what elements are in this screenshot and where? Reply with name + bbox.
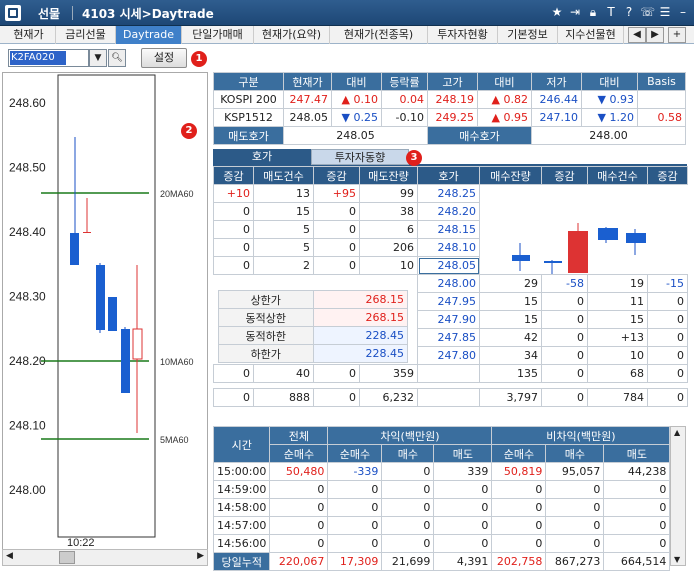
col-rate: 등락률 [381,72,428,91]
sell-row[interactable]: +10 13 +95 99 248.25 [213,184,688,275]
buy-quote-label: 매수호가 [427,126,532,145]
tab-investor-trend[interactable]: 투자자동향 [311,149,409,165]
quote-row-ksp1512[interactable]: KSP1512 248.05 ▼ 0.25 -0.10 249.25 ▲ 0.9… [213,108,686,127]
time-label: 10:22 [67,537,95,549]
product-label: 선물 [38,7,61,21]
scroll-thumb[interactable] [59,551,75,564]
star-icon[interactable]: ★ [550,4,564,20]
tab-investor[interactable]: 투자자현황 [428,26,498,44]
orderbook-tabs: 호가 투자자동향 3 [213,149,687,166]
title-bar: 선물 4103 시세>Daytrade ★ ⇥ 🔒︎ T ? ☏ ☰ – [0,0,694,26]
ma20-label: 20MA60 [160,189,194,199]
chevron-down-icon[interactable]: ▼ [89,49,107,67]
setup-button[interactable]: 설정 [141,48,187,68]
menu-icon[interactable]: ☰ [658,4,672,20]
scroll-up-icon[interactable]: ▲ [674,428,680,437]
mini-candles [512,223,646,275]
tab-bar: 현재가 금리선물 Daytrade 단일가매매 현재가(요약) 현재가(전종목)… [0,26,694,44]
up-arrow-icon: ▲ [491,111,500,124]
summary-row-1: 0 40 0 359 135 0 68 0 [213,364,688,383]
vertical-scrollbar[interactable]: ▲ ▼ [670,426,686,566]
y-tick-label: 248.50 [9,161,46,175]
down-arrow-icon: ▼ [597,93,606,106]
summary-row-2: 0 888 0 6,232 3,797 0 784 0 [213,388,688,407]
badge-3: 3 [406,150,422,166]
table-row[interactable]: 14:56:00 0 0 0 0 0 0 0 [212,534,671,553]
tab-basic-info[interactable]: 기본정보 [498,26,558,44]
badge-2: 2 [181,123,197,139]
phone-icon[interactable]: ☏ [640,4,655,20]
up-arrow-icon: ▲ [491,93,500,106]
col-high-change: 대비 [477,72,532,91]
ma10-label: 10MA60 [160,357,194,367]
tab-index-futures[interactable]: 지수선물현 [558,26,624,44]
minimize-icon[interactable]: – [676,4,690,20]
candle-chart-svg: 248.60 248.50 248.40 248.30 248.20 248.10 248.… [9,74,194,549]
export-icon[interactable]: ⇥ [568,4,582,20]
tab-all-items[interactable]: 현재가(전종목) [330,26,428,44]
tab-add-icon[interactable]: + [668,27,686,43]
tab-daytrade[interactable]: Daytrade [116,26,182,44]
program-trading-table: 시간 전체 차익(백만원) 비차익(백만원) 순매수 순매수 매수 매도 순매수… [212,426,671,571]
col-low-change: 대비 [581,72,638,91]
y-tick-label: 248.10 [9,419,46,433]
scroll-right-icon[interactable]: ▶ [197,551,204,561]
table-row[interactable]: 14:59:00 0 0 0 0 0 0 0 [212,480,671,499]
total-row: 당일누적 220,067 17,309 21,699 4,391 202,758 867,2… [212,552,671,571]
down-arrow-icon: ▼ [597,111,606,124]
tab-orderbook[interactable]: 호가 [213,149,311,165]
table-row[interactable]: 15:00:00 50,480 -339 0 339 50,819 95,057 44,238 [212,462,671,481]
y-tick-label: 248.40 [9,225,46,239]
down-arrow-icon: ▼ [341,111,350,124]
lock-icon[interactable]: 🔒︎ [586,4,600,20]
search-icon[interactable]: 🔍︎ [108,49,126,67]
text-icon[interactable]: T [604,4,618,20]
quote-row-kospi[interactable]: KOSPI 200 247.47 ▲ 0.10 0.04 248.19 ▲ 0.… [213,90,686,109]
mini-candle-area [480,185,688,275]
quote-table: 구분 현재가 대비 등락률 고가 대비 저가 대비 Basis KOSPI 20… [213,72,686,145]
table-row[interactable]: 14:58:00 0 0 0 0 0 0 0 [212,498,671,517]
col-change: 대비 [331,72,382,91]
tab-next-icon[interactable]: ▶ [646,27,664,43]
col-kind: 구분 [213,72,284,91]
col-price: 현재가 [283,72,332,91]
sell-quote-label: 매도호가 [213,126,284,145]
price-limits-box: 상한가 268.15 동적상한 268.15 동적하한 228.45 하한가 228.4… [218,290,408,363]
up-arrow-icon: ▲ [341,93,350,106]
horizontal-scrollbar[interactable]: ◀ ▶ [2,549,208,566]
ma5-label: 5MA60 [160,435,189,445]
col-basis: Basis [637,72,686,91]
y-tick-label: 248.20 [9,354,46,368]
scroll-left-icon[interactable]: ◀ [6,551,13,561]
tab-prev-icon[interactable]: ◀ [628,27,646,43]
screen-title: 4103 시세>Daytrade [82,7,214,21]
current-quote-cell: 248.05 [417,256,480,275]
buy-quote-value: 248.00 [531,126,686,145]
sell-quote-value: 248.05 [283,126,428,145]
orderbook-table: 증감 매도건수 증감 매도잔량 호가 매수잔량 증감 매수건수 증감 +10 13… [213,166,688,407]
code-input[interactable]: K2FA020 [10,51,66,65]
app-icon [5,5,21,21]
tab-summary[interactable]: 현재가(요약) [254,26,330,44]
toolbar: K2FA020 ▼ 🔍︎ 설정 1 [0,44,694,71]
table-row[interactable]: 14:57:00 0 0 0 0 0 0 0 [212,516,671,535]
candles [70,137,143,433]
code-combo[interactable]: K2FA020 [8,49,89,67]
price-chart[interactable]: 248.60 248.50 248.40 248.30 248.20 248.10 248.… [2,72,208,560]
badge-1: 1 [191,51,207,67]
tab-current-price[interactable]: 현재가 [2,26,56,44]
y-tick-label: 248.60 [9,96,46,110]
y-tick-label: 248.30 [9,290,46,304]
y-tick-label: 248.00 [9,483,46,497]
help-icon[interactable]: ? [622,4,636,20]
tab-single-price[interactable]: 단일가매매 [182,26,254,44]
col-high: 고가 [427,72,478,91]
col-low: 저가 [531,72,582,91]
tab-rate-futures[interactable]: 금리선물 [56,26,116,44]
scroll-down-icon[interactable]: ▼ [674,555,680,564]
